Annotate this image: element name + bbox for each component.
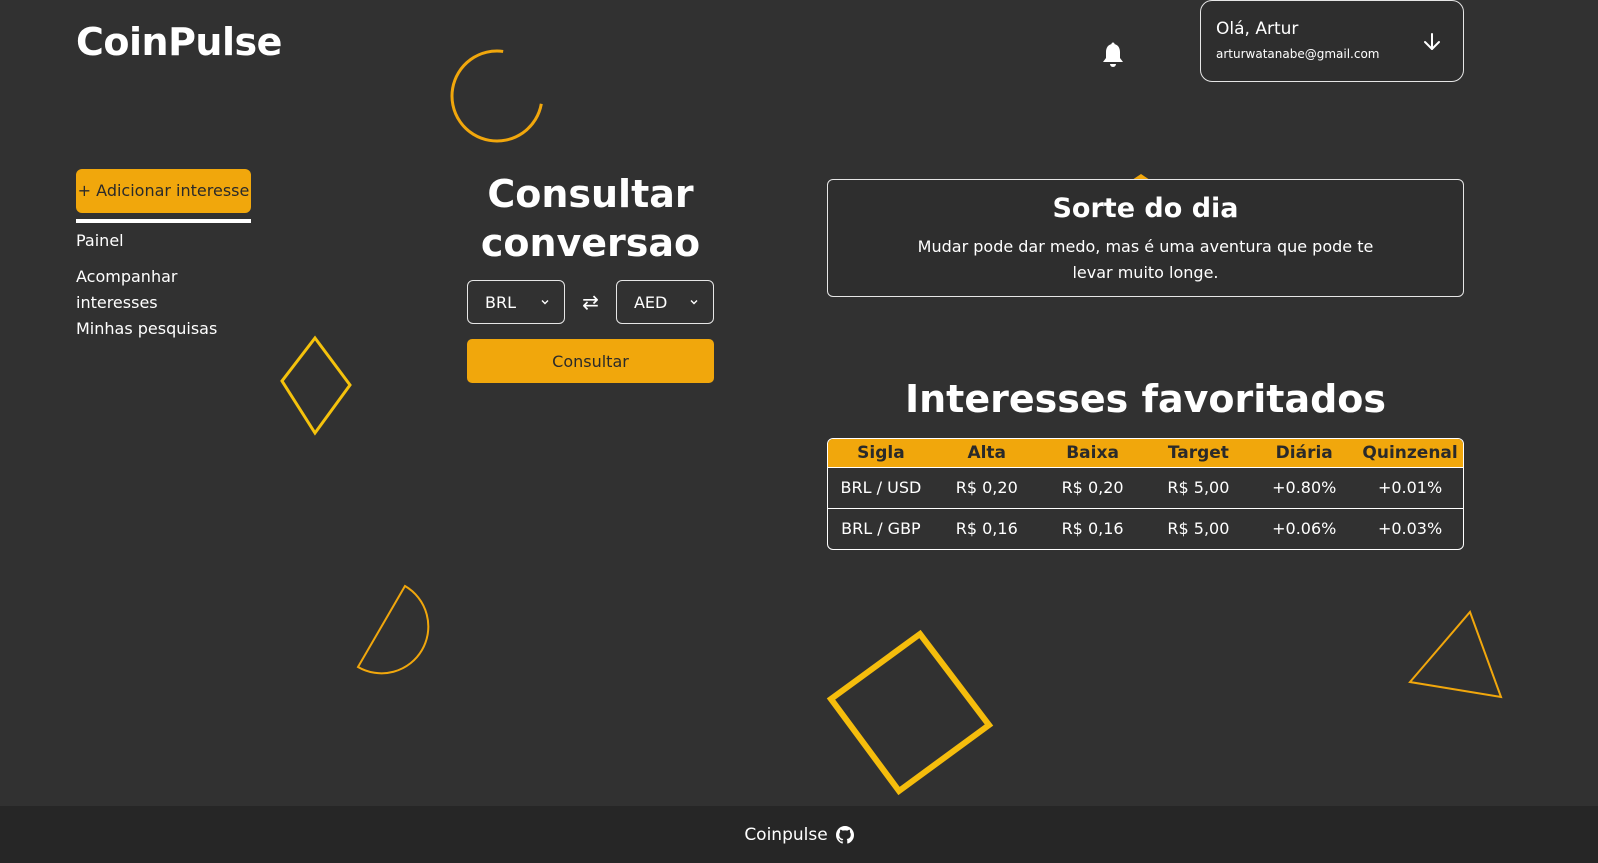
arrow-down-icon[interactable] (1421, 31, 1443, 53)
column-header-target: Target (1145, 439, 1252, 467)
favorites-table: Sigla Alta Baixa Target Diária Quinzenal… (827, 438, 1464, 550)
currency-row: BRL ⇄ AED (467, 280, 714, 324)
sidebar-item-acompanhar-interesses[interactable]: Acompanhar interesses (76, 264, 256, 316)
page: CoinPulse + Adicionar interesse Painel A… (0, 0, 1598, 863)
bell-icon[interactable] (1101, 42, 1125, 70)
table-row[interactable]: BRL / GBP R$ 0,16 R$ 0,16 R$ 5,00 +0.06%… (828, 507, 1463, 549)
consult-button[interactable]: Consultar (467, 339, 714, 383)
cell-sigla: BRL / USD (828, 466, 934, 508)
column-header-baixa: Baixa (1039, 439, 1146, 467)
sidebar: + Adicionar interesse Painel Acompanhar … (76, 169, 256, 342)
cell-diaria: +0.80% (1251, 466, 1358, 508)
triangle-decoration (1408, 610, 1503, 699)
chevron-down-icon (541, 300, 549, 305)
cell-baixa: R$ 0,20 (1039, 466, 1146, 508)
ring-decoration (450, 49, 544, 143)
user-menu[interactable]: Olá, Artur arturwatanabe@gmail.com (1200, 0, 1464, 82)
cell-alta: R$ 0,16 (933, 507, 1040, 549)
brand-logo[interactable]: CoinPulse (76, 20, 282, 64)
add-interest-button[interactable]: + Adicionar interesse (76, 169, 251, 213)
github-icon[interactable] (835, 825, 854, 844)
to-currency-select[interactable]: AED (615, 280, 714, 324)
column-header-sigla: Sigla (828, 439, 934, 467)
footer: Coinpulse (0, 806, 1598, 863)
cell-diaria: +0.06% (1251, 507, 1358, 549)
chevron-down-icon (690, 300, 698, 305)
fortune-text: Mudar pode dar medo, mas é uma aventura … (917, 237, 1374, 282)
cell-quinzenal: +0.03% (1357, 507, 1463, 549)
table-row[interactable]: BRL / USD R$ 0,20 R$ 0,20 R$ 5,00 +0.80%… (828, 466, 1463, 508)
fortune-card: Sorte do dia Mudar pode dar medo, mas é … (827, 179, 1464, 297)
from-currency-value: BRL (485, 292, 517, 312)
favorites-title: Interesses favoritados (904, 377, 1387, 421)
column-header-diaria: Diária (1251, 439, 1358, 467)
cell-baixa: R$ 0,16 (1039, 507, 1146, 549)
converter-title: Consultar conversao (480, 172, 701, 265)
sidebar-item-minhas-pesquisas[interactable]: Minhas pesquisas (76, 316, 256, 342)
footer-label[interactable]: Coinpulse (744, 825, 827, 845)
column-header-quinzenal: Quinzenal (1357, 439, 1463, 467)
cell-sigla: BRL / GBP (828, 507, 934, 549)
column-header-alta: Alta (933, 439, 1040, 467)
active-indicator (76, 219, 251, 223)
from-currency-select[interactable]: BRL (467, 280, 565, 324)
sidebar-item-painel[interactable]: Painel (76, 228, 256, 254)
converter-panel: Consultar conversao BRL ⇄ AED Consultar (467, 170, 714, 383)
cell-target: R$ 5,00 (1145, 466, 1252, 508)
square-decoration (826, 629, 994, 796)
cell-alta: R$ 0,20 (933, 466, 1040, 508)
fortune-title: Sorte do dia (1052, 193, 1239, 224)
cell-quinzenal: +0.01% (1357, 466, 1463, 508)
swap-icon[interactable]: ⇄ (582, 290, 599, 314)
to-currency-value: AED (633, 292, 668, 312)
cell-target: R$ 5,00 (1145, 507, 1252, 549)
table-header-row: Sigla Alta Baixa Target Diária Quinzenal (828, 439, 1463, 467)
diamond-decoration (280, 335, 352, 436)
half-circle-decoration (356, 584, 430, 675)
